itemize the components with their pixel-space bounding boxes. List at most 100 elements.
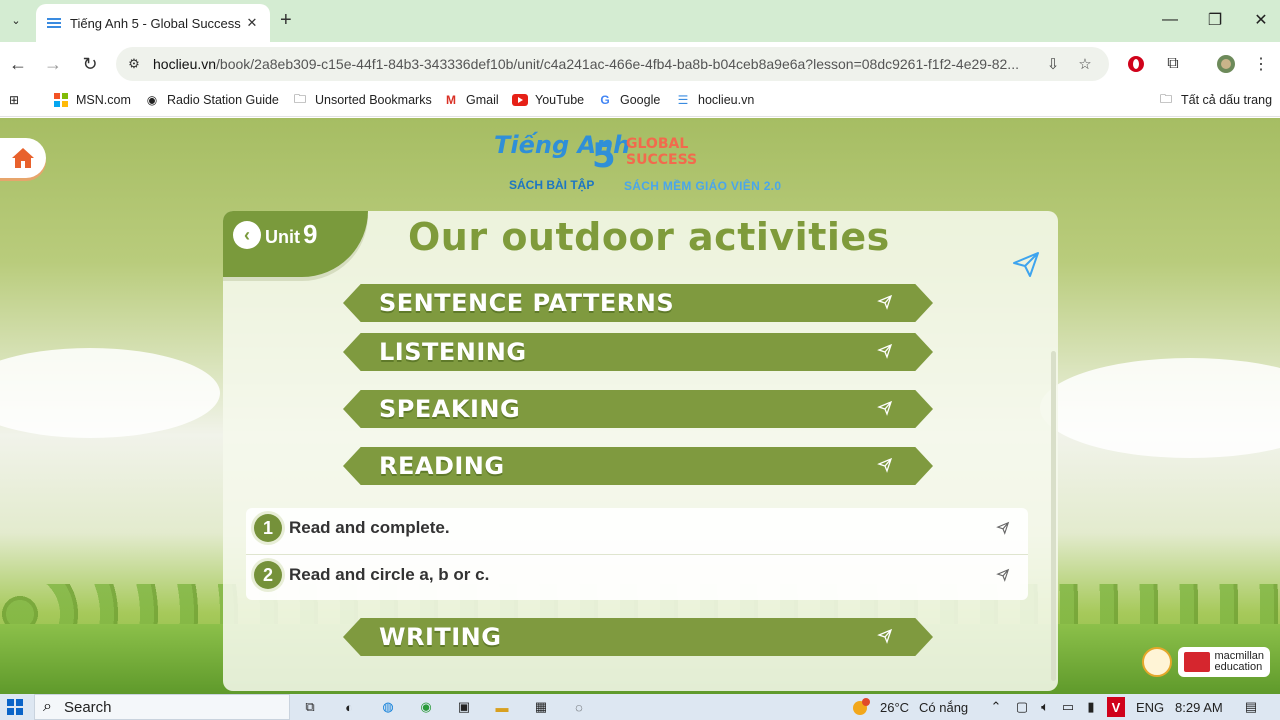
address-bar[interactable]: ⚙ hoclieu.vn/book/2a8eb309-c15e-44f1-84b… xyxy=(116,47,1109,81)
tab-close-icon[interactable]: ✕ xyxy=(244,15,260,31)
file-explorer-icon[interactable]: ▬ xyxy=(492,697,512,717)
hoclieu-icon: ☰ xyxy=(677,93,689,107)
lesson-read-and-circle[interactable]: 2 Read and circle a, b or c. xyxy=(246,555,1028,601)
lesson-label: Read and complete. xyxy=(289,518,450,537)
go-arrow-icon xyxy=(877,400,893,416)
unit-title: Our outdoor activities xyxy=(408,215,890,259)
bookmark-star-icon[interactable]: ☆ xyxy=(1075,54,1095,74)
send-icon[interactable] xyxy=(1011,249,1041,279)
task-view-icon[interactable]: ⧉ xyxy=(300,697,320,717)
scrollbar[interactable] xyxy=(1051,351,1056,681)
weather-icon[interactable] xyxy=(850,697,872,717)
book-logo: Tiếng Anh 5 GLOBAL SUCCESS SÁCH BÀI TẬP … xyxy=(494,133,794,198)
taskbar-search[interactable]: ⌕ Search xyxy=(34,694,290,720)
chrome-icon[interactable]: ◉ xyxy=(416,697,436,717)
logo-subtitle-left: SÁCH BÀI TẬP xyxy=(509,178,595,192)
go-arrow-icon xyxy=(996,568,1010,582)
section-sentence-patterns[interactable]: SENTENCE PATTERNS xyxy=(343,284,933,322)
go-arrow-icon xyxy=(877,628,893,644)
tab-search-chevron-icon[interactable]: ⌄ xyxy=(4,8,28,32)
publisher-logos: macmillan education xyxy=(1142,644,1270,680)
start-windows-icon[interactable] xyxy=(4,697,26,717)
bookmark-unsorted[interactable]: 🗀 Unsorted Bookmarks xyxy=(292,92,432,108)
extension-opera-icon[interactable] xyxy=(1125,53,1147,75)
back-icon[interactable]: ← xyxy=(6,52,30,76)
reading-lesson-list: 1 Read and complete. 2 Read and circle a… xyxy=(246,508,1028,600)
section-reading[interactable]: READING xyxy=(343,447,933,485)
section-speaking[interactable]: SPEAKING xyxy=(343,390,933,428)
restore-icon[interactable]: ❐ xyxy=(1205,8,1225,32)
new-tab-button[interactable]: + xyxy=(280,9,300,32)
go-arrow-icon xyxy=(877,343,893,359)
bookmark-msn[interactable]: MSN.com xyxy=(53,92,131,108)
go-arrow-icon xyxy=(996,521,1010,535)
home-icon xyxy=(12,148,34,168)
background-cloud xyxy=(0,348,220,438)
publisher-seal-logo xyxy=(1142,647,1173,677)
bookmark-google[interactable]: G Google xyxy=(597,92,660,108)
unit-badge: ‹ Unit 9 xyxy=(223,211,368,277)
search-icon: ⌕ xyxy=(43,698,52,715)
bookmarks-bar: ⊞ MSN.com ◉ Radio Station Guide 🗀 Unsort… xyxy=(0,85,1280,117)
youtube-icon xyxy=(512,92,528,108)
logo-subtitle-right: SÁCH MỀM GIÁO VIÊN 2.0 xyxy=(624,179,782,193)
apps-grid-icon[interactable]: ⊞ xyxy=(6,92,29,108)
forward-icon[interactable]: → xyxy=(41,52,65,76)
logo-grade: 5 xyxy=(592,136,616,176)
volume-icon[interactable]: 🔈︎ xyxy=(1035,697,1055,717)
minimize-icon[interactable]: — xyxy=(1160,8,1180,32)
lesson-number: 2 xyxy=(254,561,282,589)
tray-chevron-icon[interactable]: ⌃ xyxy=(988,697,1004,717)
gmail-icon: M xyxy=(446,93,456,107)
extensions-puzzle-icon[interactable]: ⧉ xyxy=(1162,53,1184,75)
clock[interactable]: 8:29 AM xyxy=(1175,697,1223,717)
browser-toolbar: ← → ↻ ⚙ hoclieu.vn/book/2a8eb309-c15e-44… xyxy=(0,42,1280,85)
lesson-label: Read and circle a, b or c. xyxy=(289,565,490,584)
unikey-icon[interactable]: V xyxy=(1107,697,1125,717)
lesson-number: 1 xyxy=(254,514,282,542)
install-app-icon[interactable]: ⇩ xyxy=(1043,54,1063,74)
page-content: Tiếng Anh 5 GLOBAL SUCCESS SÁCH BÀI TẬP … xyxy=(0,118,1280,694)
msn-icon xyxy=(53,92,69,108)
weather-text: Có nắng xyxy=(919,699,969,715)
active-tab[interactable]: Tiếng Anh 5 - Global Success - ✕ xyxy=(36,4,270,42)
copilot-icon[interactable]: ◐ xyxy=(339,697,359,717)
bookmark-gmail[interactable]: M Gmail xyxy=(443,92,499,108)
menu-kebab-icon[interactable]: ⋮ xyxy=(1250,53,1272,75)
app-icon[interactable]: ▣ xyxy=(454,697,474,717)
language-indicator[interactable]: ENG xyxy=(1136,697,1164,717)
logo-global-success: GLOBAL SUCCESS xyxy=(626,136,698,168)
store-icon[interactable]: ▦ xyxy=(531,697,551,717)
section-writing[interactable]: WRITING xyxy=(343,618,933,656)
site-info-icon[interactable]: ⚙ xyxy=(124,54,144,74)
weather-temp: 26°C xyxy=(880,699,910,715)
macmillan-logo: macmillan education xyxy=(1178,647,1270,677)
folder-icon: 🗀 xyxy=(293,91,306,106)
network-icon[interactable]: ▭ xyxy=(1058,697,1078,717)
reload-icon[interactable]: ↻ xyxy=(78,52,102,76)
bookmark-youtube[interactable]: YouTube xyxy=(512,92,584,108)
home-button[interactable] xyxy=(0,138,46,178)
tray-app-icon[interactable]: ▢ xyxy=(1012,697,1032,717)
all-bookmarks[interactable]: 🗀 Tất cả dấu trang xyxy=(1158,92,1272,108)
edge-icon[interactable]: ◍ xyxy=(378,697,398,717)
hoclieu-favicon-icon xyxy=(47,18,61,28)
unit-panel: ‹ Unit 9 Our outdoor activities SENTENCE… xyxy=(223,211,1058,691)
notification-icon[interactable]: ▤ xyxy=(1241,697,1261,717)
unit-label: Unit xyxy=(265,227,300,247)
lesson-read-and-complete[interactable]: 1 Read and complete. xyxy=(246,508,1028,554)
back-chevron-icon[interactable]: ‹ xyxy=(233,221,261,249)
profile-avatar[interactable] xyxy=(1215,53,1237,75)
close-window-icon[interactable]: ✕ xyxy=(1251,8,1271,32)
url-text[interactable]: hoclieu.vn/book/2a8eb309-c15e-44f1-84b3-… xyxy=(153,56,1033,72)
windows-taskbar: ⌕ Search ⧉ ◐ ◍ ◉ ▣ ▬ ▦ ◌ 26°C Có nắng ⌃ … xyxy=(0,694,1280,720)
background-cloud xyxy=(1040,358,1280,458)
folder-icon: 🗀 xyxy=(1159,91,1172,106)
bookmark-hoclieu[interactable]: ☰ hoclieu.vn xyxy=(675,92,755,108)
battery-icon[interactable]: ▮ xyxy=(1083,697,1099,717)
unit-number: 9 xyxy=(303,219,318,249)
app-circle-icon[interactable]: ◌ xyxy=(569,697,589,717)
bookmark-radio-station-guide[interactable]: ◉ Radio Station Guide xyxy=(144,92,279,108)
google-icon: G xyxy=(600,93,610,107)
section-listening[interactable]: LISTENING xyxy=(343,333,933,371)
